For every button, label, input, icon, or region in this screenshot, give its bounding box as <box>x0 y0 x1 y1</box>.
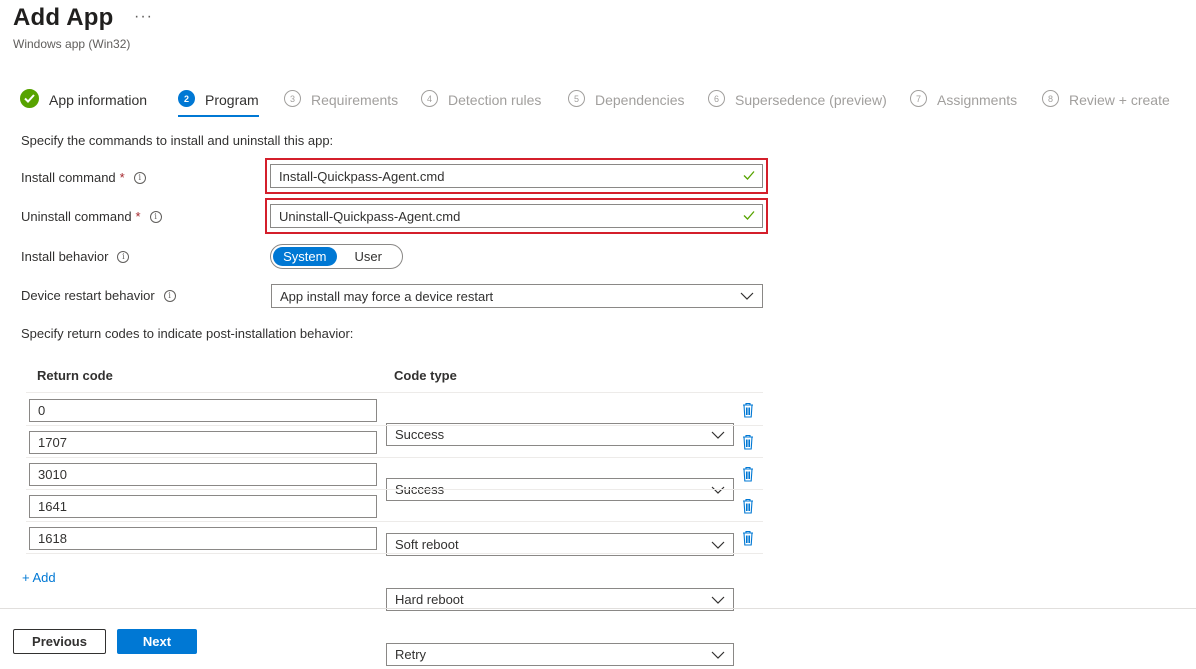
return-code-input[interactable]: 0 <box>29 399 377 422</box>
label-text: Device restart behavior <box>21 288 155 303</box>
valid-check-icon <box>743 211 755 220</box>
step-assignments[interactable]: 7 Assignments <box>910 86 1017 116</box>
next-button[interactable]: Next <box>117 629 197 654</box>
install-command-label: Install command * i <box>21 170 146 185</box>
device-restart-dropdown[interactable]: App install may force a device restart <box>271 284 763 308</box>
required-mark: * <box>135 209 141 224</box>
label-text: Install command <box>21 170 116 185</box>
info-icon[interactable]: i <box>117 250 130 263</box>
add-return-code-link[interactable]: + Add <box>22 570 56 585</box>
step-label: Supersedence (preview) <box>735 92 887 108</box>
chevron-down-icon <box>711 541 725 549</box>
step-program[interactable]: 2 Program <box>178 86 259 117</box>
divider <box>26 489 763 490</box>
return-codes-intro: Specify return codes to indicate post-in… <box>21 326 354 341</box>
divider <box>26 457 763 458</box>
uninstall-command-label: Uninstall command * i <box>21 209 162 224</box>
required-mark: * <box>119 170 125 185</box>
dropdown-value: App install may force a device restart <box>280 288 494 304</box>
step-number: 2 <box>178 90 195 107</box>
delete-icon[interactable] <box>742 530 754 546</box>
code-type-dropdown[interactable]: Success <box>386 423 734 446</box>
divider <box>26 425 763 426</box>
chevron-down-icon <box>711 651 725 659</box>
return-code-input[interactable]: 1618 <box>29 527 377 550</box>
dropdown-value: Soft reboot <box>395 537 459 552</box>
column-header-code-type: Code type <box>394 368 457 383</box>
divider <box>26 553 763 554</box>
valid-check-icon <box>743 171 755 180</box>
dropdown-value: Hard reboot <box>395 592 464 607</box>
delete-icon[interactable] <box>742 466 754 482</box>
step-dependencies[interactable]: 5 Dependencies <box>568 86 685 116</box>
info-icon[interactable]: i <box>163 289 176 302</box>
device-restart-label: Device restart behavior i <box>21 288 176 303</box>
step-label: Review + create <box>1069 92 1170 108</box>
info-icon[interactable]: i <box>133 171 146 184</box>
delete-icon[interactable] <box>742 434 754 450</box>
chevron-down-icon <box>711 596 725 604</box>
step-number: 6 <box>708 90 725 107</box>
step-review-create[interactable]: 8 Review + create <box>1042 86 1170 116</box>
step-number: 5 <box>568 90 585 107</box>
page-subtitle: Windows app (Win32) <box>13 37 131 51</box>
input-value: Uninstall-Quickpass-Agent.cmd <box>279 208 461 224</box>
return-code-input[interactable]: 1641 <box>29 495 377 518</box>
option-user[interactable]: User <box>337 247 401 266</box>
step-label: Program <box>205 92 259 108</box>
install-command-highlight: Install-Quickpass-Agent.cmd <box>265 158 768 194</box>
wizard-steps: App information 2 Program 3 Requirements… <box>20 86 1196 117</box>
step-supersedence[interactable]: 6 Supersedence (preview) <box>708 86 887 116</box>
step-detection-rules[interactable]: 4 Detection rules <box>421 86 541 116</box>
label-text: Install behavior <box>21 249 109 264</box>
step-number: 4 <box>421 90 438 107</box>
divider <box>26 392 763 393</box>
chevron-down-icon <box>740 292 754 300</box>
option-system[interactable]: System <box>273 247 337 266</box>
page-title: Add App <box>13 4 114 31</box>
chevron-down-icon <box>711 431 725 439</box>
dropdown-value: Success <box>395 427 445 442</box>
install-behavior-toggle[interactable]: System User <box>270 244 403 269</box>
install-command-input[interactable]: Install-Quickpass-Agent.cmd <box>270 164 763 188</box>
input-value: Install-Quickpass-Agent.cmd <box>279 168 445 184</box>
return-code-input[interactable]: 1707 <box>29 431 377 454</box>
commands-intro: Specify the commands to install and unin… <box>21 133 334 148</box>
delete-icon[interactable] <box>742 402 754 418</box>
step-number: 3 <box>284 90 301 107</box>
uninstall-command-highlight: Uninstall-Quickpass-Agent.cmd <box>265 198 768 234</box>
delete-icon[interactable] <box>742 498 754 514</box>
code-type-dropdown[interactable]: Retry <box>386 643 734 666</box>
previous-button[interactable]: Previous <box>13 629 106 654</box>
uninstall-command-input[interactable]: Uninstall-Quickpass-Agent.cmd <box>270 204 763 228</box>
column-header-return-code: Return code <box>37 368 113 383</box>
checkmark-circle-icon <box>20 89 39 108</box>
step-label: Requirements <box>311 92 399 108</box>
step-number: 7 <box>910 90 927 107</box>
step-label: Detection rules <box>448 92 542 108</box>
divider <box>26 521 763 522</box>
step-label: Assignments <box>937 92 1018 108</box>
label-text: Uninstall command <box>21 209 132 224</box>
step-requirements[interactable]: 3 Requirements <box>284 86 398 116</box>
footer-divider <box>0 608 1196 609</box>
return-code-input[interactable]: 3010 <box>29 463 377 486</box>
dropdown-value: Retry <box>395 647 427 662</box>
install-behavior-label: Install behavior i <box>21 249 130 264</box>
step-app-information[interactable]: App information <box>20 86 147 116</box>
step-label: Dependencies <box>595 92 685 108</box>
info-icon[interactable]: i <box>149 210 162 223</box>
more-options-icon[interactable]: ··· <box>134 8 153 26</box>
step-number: 8 <box>1042 90 1059 107</box>
step-label: App information <box>49 92 148 108</box>
